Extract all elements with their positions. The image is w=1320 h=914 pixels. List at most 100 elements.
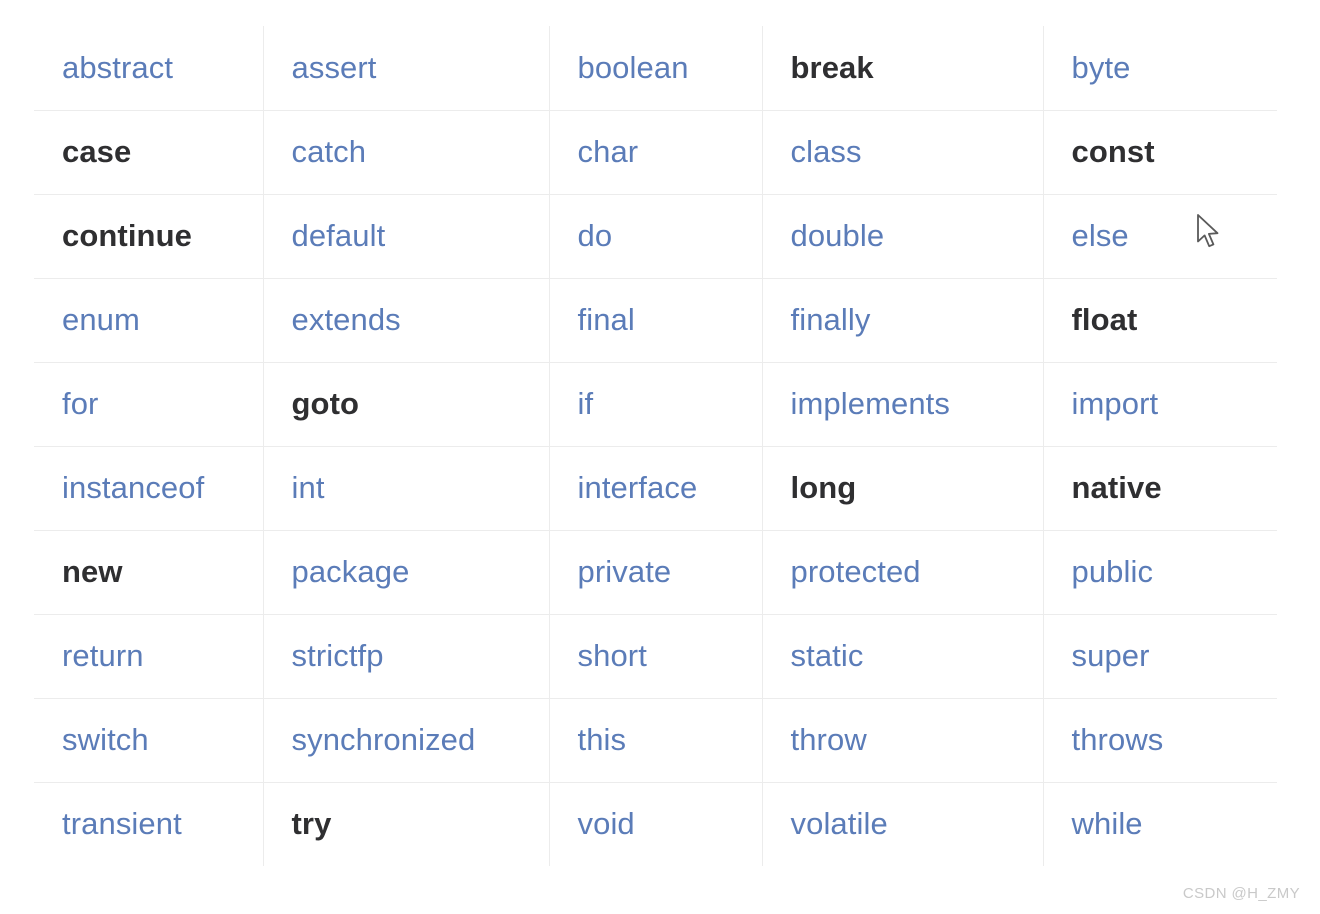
table-cell: throw bbox=[762, 697, 1044, 782]
table-cell: boolean bbox=[549, 26, 763, 110]
watermark-text: CSDN @H_ZMY bbox=[1182, 885, 1300, 902]
table-cell: new bbox=[34, 529, 264, 614]
keyword-text: long bbox=[790, 469, 857, 505]
table-cell: const bbox=[1043, 109, 1277, 194]
keyword-link[interactable]: int bbox=[292, 470, 325, 505]
table-row: abstract assert boolean break byte bbox=[34, 26, 1277, 110]
keyword-link[interactable]: char bbox=[578, 134, 639, 169]
keyword-link[interactable]: import bbox=[1072, 386, 1159, 421]
keyword-link[interactable]: interface bbox=[578, 470, 698, 505]
keyword-link[interactable]: package bbox=[292, 554, 410, 589]
table-cell: super bbox=[1043, 613, 1277, 698]
keyword-link[interactable]: boolean bbox=[578, 50, 689, 85]
table-cell: abstract bbox=[34, 26, 264, 110]
keyword-link[interactable]: private bbox=[578, 554, 672, 589]
keyword-link[interactable]: default bbox=[292, 218, 386, 253]
keyword-table-container: abstract assert boolean break byte case catch c… bbox=[34, 26, 1277, 866]
table-cell: short bbox=[549, 613, 763, 698]
table-cell: switch bbox=[34, 697, 264, 782]
table-cell: default bbox=[263, 193, 550, 278]
keyword-link[interactable]: enum bbox=[62, 302, 140, 337]
table-cell: if bbox=[549, 361, 763, 446]
table-cell: synchronized bbox=[263, 697, 550, 782]
table-cell: final bbox=[549, 277, 763, 362]
keyword-link[interactable]: finally bbox=[791, 302, 871, 337]
keyword-link[interactable]: double bbox=[791, 218, 885, 253]
keyword-link[interactable]: for bbox=[62, 386, 98, 421]
table-cell: import bbox=[1043, 361, 1277, 446]
keyword-link[interactable]: class bbox=[791, 134, 862, 169]
keyword-link[interactable]: instanceof bbox=[62, 470, 204, 505]
keyword-link[interactable]: super bbox=[1072, 638, 1150, 673]
keyword-link[interactable]: do bbox=[578, 218, 613, 253]
keyword-link[interactable]: strictfp bbox=[292, 638, 384, 673]
table-cell: extends bbox=[263, 277, 550, 362]
keyword-text: try bbox=[291, 806, 332, 842]
table-row: transient try void volatile while bbox=[34, 781, 1277, 866]
keyword-link[interactable]: void bbox=[578, 807, 635, 841]
keyword-link[interactable]: byte bbox=[1072, 50, 1131, 85]
table-row: instanceof int interface long native bbox=[34, 445, 1277, 530]
keyword-text: break bbox=[790, 49, 874, 85]
table-cell: interface bbox=[549, 445, 763, 530]
keyword-link[interactable]: this bbox=[578, 722, 627, 757]
table-cell: float bbox=[1043, 277, 1277, 362]
table-cell: public bbox=[1043, 529, 1277, 614]
table-cell: case bbox=[34, 109, 264, 194]
keyword-link[interactable]: switch bbox=[62, 722, 149, 757]
table-cell: strictfp bbox=[263, 613, 550, 698]
keyword-text: native bbox=[1071, 469, 1162, 505]
keyword-link[interactable]: synchronized bbox=[292, 722, 476, 757]
keyword-link[interactable]: short bbox=[578, 638, 647, 673]
java-keyword-table: abstract assert boolean break byte case catch c… bbox=[34, 26, 1277, 866]
keyword-text: case bbox=[62, 133, 132, 169]
table-cell: private bbox=[549, 529, 763, 614]
table-cell: while bbox=[1043, 781, 1277, 866]
keyword-link[interactable]: abstract bbox=[62, 50, 173, 85]
table-cell: transient bbox=[34, 781, 264, 866]
keyword-text: continue bbox=[62, 217, 192, 253]
table-row: continue default do double else bbox=[34, 193, 1277, 278]
keyword-link[interactable]: final bbox=[578, 302, 635, 337]
table-cell: long bbox=[762, 445, 1044, 530]
keyword-link[interactable]: static bbox=[791, 638, 864, 673]
keyword-text: const bbox=[1071, 133, 1155, 169]
keyword-link[interactable]: protected bbox=[791, 554, 921, 589]
table-cell: else bbox=[1043, 193, 1277, 278]
table-cell: goto bbox=[263, 361, 550, 446]
table-cell: for bbox=[34, 361, 264, 446]
table-row: new package private protected public bbox=[34, 529, 1277, 614]
keyword-text: new bbox=[62, 553, 123, 589]
table-cell: catch bbox=[263, 109, 550, 194]
table-cell: protected bbox=[762, 529, 1044, 614]
keyword-link[interactable]: volatile bbox=[791, 807, 888, 841]
keyword-link[interactable]: assert bbox=[292, 50, 377, 85]
keyword-link[interactable]: throws bbox=[1072, 722, 1164, 757]
table-row: enum extends final finally float bbox=[34, 277, 1277, 362]
keyword-link[interactable]: throw bbox=[791, 722, 867, 757]
table-cell: int bbox=[263, 445, 550, 530]
table-row: for goto if implements import bbox=[34, 361, 1277, 446]
table-cell: double bbox=[762, 193, 1044, 278]
keyword-link[interactable]: catch bbox=[292, 134, 367, 169]
table-cell: enum bbox=[34, 277, 264, 362]
keyword-text: goto bbox=[291, 385, 360, 421]
table-cell: break bbox=[762, 26, 1044, 110]
table-row: case catch char class const bbox=[34, 109, 1277, 194]
keyword-link[interactable]: else bbox=[1072, 218, 1129, 253]
table-row: return strictfp short static super bbox=[34, 613, 1277, 698]
keyword-text: float bbox=[1071, 301, 1138, 337]
keyword-link[interactable]: extends bbox=[292, 302, 401, 337]
table-cell: try bbox=[263, 781, 550, 866]
keyword-link[interactable]: while bbox=[1072, 807, 1143, 841]
page-root: abstract assert boolean break byte case catch c… bbox=[0, 0, 1320, 914]
table-cell: static bbox=[762, 613, 1044, 698]
table-cell: assert bbox=[263, 26, 550, 110]
table-cell: continue bbox=[34, 193, 264, 278]
keyword-link[interactable]: public bbox=[1072, 554, 1154, 589]
keyword-link[interactable]: transient bbox=[62, 807, 182, 841]
keyword-link[interactable]: if bbox=[578, 386, 594, 421]
keyword-link[interactable]: return bbox=[62, 638, 144, 673]
keyword-link[interactable]: implements bbox=[791, 386, 951, 421]
table-cell: native bbox=[1043, 445, 1277, 530]
